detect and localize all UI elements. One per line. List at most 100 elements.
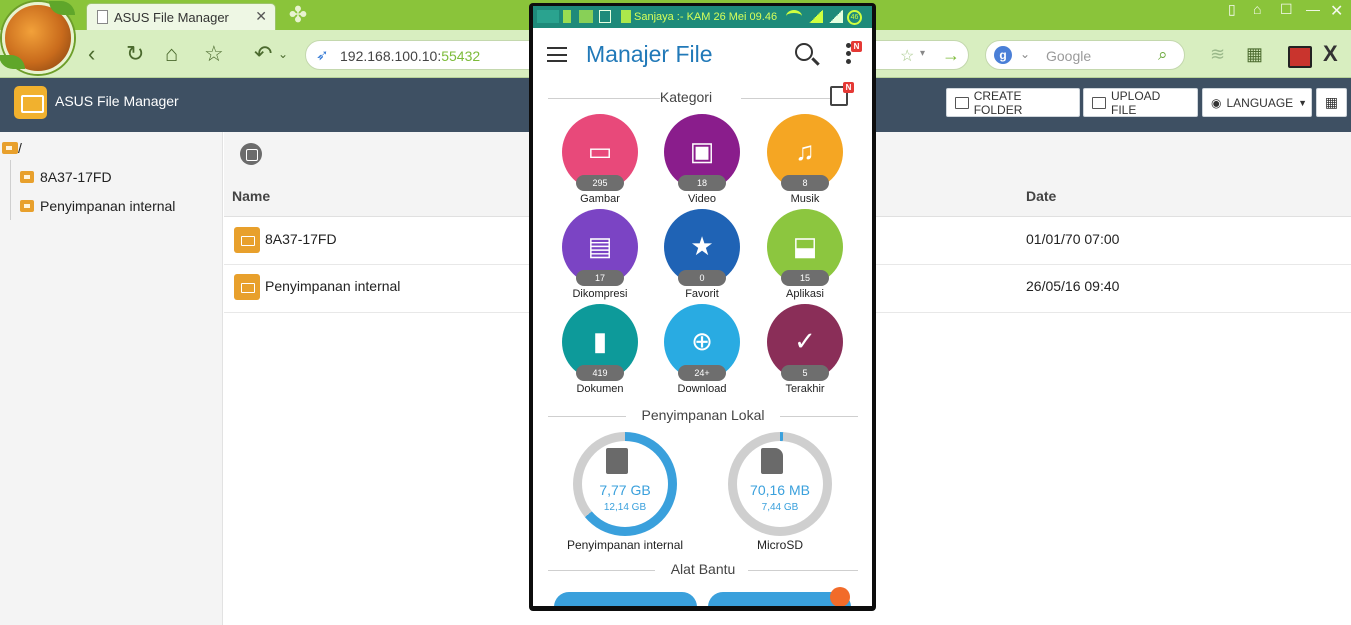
category-count: 0 [678, 270, 726, 286]
close-window-icon[interactable]: ✕ [1330, 1, 1343, 21]
shirt-icon[interactable]: ⌂ [1253, 1, 1261, 17]
category-aplikasi[interactable]: ⬓ 15 Aplikasi [767, 209, 843, 300]
tree-item-8a37[interactable]: 8A37-17FD [20, 169, 112, 185]
globe-icon: ◉ [1211, 95, 1222, 110]
category-dikompresi[interactable]: ▤ 17 Dikompresi [562, 209, 638, 300]
search-placeholder: Google [1046, 48, 1092, 64]
category-label: Dikompresi [572, 288, 628, 300]
favorite-star-icon[interactable]: ☆ [900, 46, 914, 66]
address-text[interactable]: 192.168.100.10:55432 [340, 48, 480, 64]
browser-logo[interactable] [0, 1, 75, 74]
parent-folder-button[interactable] [240, 143, 262, 165]
upload-file-label: UPLOAD FILE [1111, 88, 1161, 117]
folder-icon [234, 274, 260, 300]
recent-check-icon: ✓ [794, 326, 816, 356]
vibrate-icon[interactable]: ▯ [1228, 1, 1236, 18]
status-text: Sanjaya :- KAM 26 Mei 09.46 [634, 11, 778, 23]
minimize-icon[interactable]: — [1306, 1, 1320, 17]
phone-screen: Sanjaya :- KAM 26 Mei 09.46 46 Manajer F… [533, 6, 872, 606]
category-count: 5 [781, 365, 829, 381]
category-video[interactable]: ▣ 18 Video [664, 114, 740, 205]
storage-internal[interactable]: 7,77 GB 12,14 GB Penyimpanan internal [565, 432, 685, 562]
tool-button[interactable] [554, 592, 697, 606]
category-terakhir[interactable]: ✓ 5 Terakhir [767, 304, 843, 395]
category-count: 8 [781, 175, 829, 191]
undo-icon[interactable]: ↶ [254, 42, 272, 66]
new-badge: N [843, 82, 854, 93]
google-icon: g [994, 46, 1012, 64]
search-icon[interactable]: ⌕ [1158, 45, 1168, 65]
tab-title: ASUS File Manager [114, 9, 229, 25]
category-label: Aplikasi [786, 288, 824, 300]
category-label: Terakhir [785, 383, 825, 395]
bookmark-star-icon[interactable]: ☆ [204, 42, 224, 66]
tree-root-label: / [18, 140, 22, 156]
category-label: Download [677, 383, 727, 395]
category-favorit[interactable]: ★ 0 Favorit [664, 209, 740, 300]
new-tab-clover-icon[interactable]: ✤ [286, 3, 310, 27]
dropdown-icon[interactable]: ▾ [920, 48, 925, 59]
category-count: 24+ [678, 365, 726, 381]
folder-icon [20, 200, 34, 212]
home-icon[interactable]: ⌂ [165, 42, 178, 66]
transfer-icon [563, 10, 571, 23]
language-label: LANGUAGE [1226, 95, 1294, 110]
music-icon: ♫ [795, 136, 815, 166]
wifi-icon[interactable]: ≋ [1210, 42, 1225, 66]
close-tab-icon[interactable]: ✕ [255, 8, 267, 25]
storage-microsd[interactable]: 70,16 MB 7,44 GB MicroSD [720, 432, 840, 562]
image-icon: ▭ [587, 136, 613, 166]
category-dokumen[interactable]: ▮ 419 Dokumen [562, 304, 638, 395]
close-x-icon[interactable]: X [1323, 42, 1338, 66]
restore-icon[interactable]: ☐ [1280, 1, 1293, 18]
grid-view-button[interactable]: ▦ [1316, 88, 1347, 117]
caret-down-icon: ▼ [1298, 97, 1308, 108]
tree-item-label: Penyimpanan internal [40, 198, 176, 214]
hamburger-menu-icon[interactable] [547, 47, 567, 62]
search-box[interactable]: g ⌄ Google ⌕ [985, 40, 1185, 70]
zip-icon: ▤ [587, 231, 613, 261]
search-icon[interactable] [795, 43, 813, 61]
network-speed-icon [537, 10, 559, 23]
category-download[interactable]: ⊕ 24+ Download [664, 304, 740, 395]
browser-tab[interactable]: ASUS File Manager ✕ [86, 3, 276, 30]
date-column-header[interactable]: Date [1026, 188, 1056, 204]
apps-grid-icon[interactable]: ▦ [1246, 42, 1263, 66]
storage-total: 7,44 GB [761, 502, 799, 513]
category-count: 17 [576, 270, 624, 286]
language-button[interactable]: ◉ LANGUAGE ▼ [1202, 88, 1312, 117]
create-folder-icon [955, 96, 969, 109]
section-local-storage: Penyimpanan Lokal [548, 407, 858, 425]
upload-file-button[interactable]: UPLOAD FILE [1083, 88, 1198, 117]
go-arrow-icon[interactable]: → [942, 45, 960, 66]
image-notification-icon [599, 10, 611, 23]
category-label: Gambar [580, 193, 620, 205]
message-icon [621, 10, 631, 23]
url-host: 192.168.100.10: [340, 48, 442, 64]
row-name[interactable]: Penyimpanan internal [265, 278, 400, 294]
film-icon: ▣ [689, 136, 715, 166]
create-folder-button[interactable]: CREATE FOLDER [946, 88, 1080, 117]
signal-icon [809, 10, 823, 23]
open-folder-icon [2, 142, 18, 154]
search-engine-dropdown-icon[interactable]: ⌄ [1020, 47, 1030, 61]
tree-item-internal-storage[interactable]: Penyimpanan internal [20, 198, 175, 214]
back-icon[interactable]: ‹ [88, 42, 95, 66]
category-count: 18 [678, 175, 726, 191]
app-notification-icon [579, 10, 593, 23]
document-icon [97, 10, 108, 24]
screen-recorder-icon[interactable] [1288, 46, 1312, 68]
tree-root[interactable]: / [2, 140, 22, 156]
app-bar-title: Manajer File [586, 41, 713, 67]
category-gambar[interactable]: ▭ 295 Gambar [562, 114, 638, 205]
reload-icon[interactable]: ↻ [126, 42, 144, 66]
section-label: Penyimpanan Lokal [641, 407, 765, 423]
row-name[interactable]: 8A37-17FD [265, 231, 337, 247]
app-bar: Manajer File N [533, 28, 872, 84]
name-column-header[interactable]: Name [232, 188, 270, 204]
chevron-down-icon[interactable]: ⌄ [278, 42, 288, 66]
battery-icon: 46 [847, 10, 862, 25]
storage-total: 12,14 GB [603, 502, 647, 513]
hard-drive-icon [606, 448, 628, 474]
category-musik[interactable]: ♫ 8 Musik [767, 114, 843, 205]
